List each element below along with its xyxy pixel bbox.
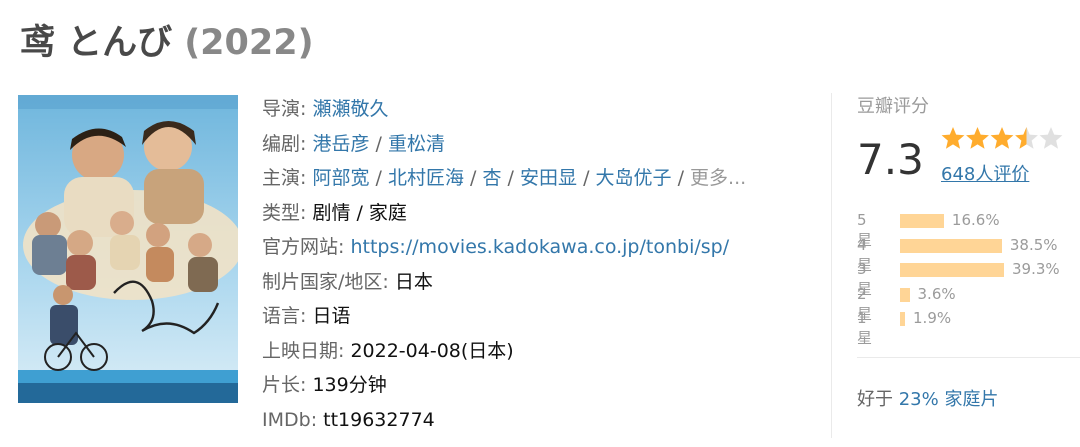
release-label: 上映日期: [262, 339, 345, 362]
cast-link[interactable]: 杏 [482, 167, 501, 189]
rating-bar-label: 1星 [857, 309, 873, 347]
star-icon [1015, 127, 1038, 149]
language-label: 语言: [262, 305, 307, 327]
separator: / [677, 167, 684, 189]
star-icon [990, 127, 1014, 149]
separator: / [375, 132, 382, 155]
separator: / [470, 167, 477, 189]
cast-row: 主演: 阿部宽 / 北村匠海 / 杏 / 安田显 / 大岛优子 / 更多... [262, 161, 746, 196]
writer-row: 编剧: 港岳彦 / 重松清 [262, 127, 746, 162]
better-than: 好于 23% 家庭片 [857, 385, 998, 411]
genre-label: 类型: [262, 201, 307, 224]
website-row: 官方网站: https://movies.kadokawa.co.jp/tonb… [262, 230, 746, 265]
movie-title: 鸢 とんび [20, 23, 173, 63]
director-row: 导演: 瀬瀬敬久 [262, 92, 746, 127]
cast-label: 主演: [262, 167, 307, 189]
movie-year: (2022) [184, 23, 314, 63]
rating-bar-percent: 16.6% [951, 211, 1000, 229]
country-row: 制片国家/地区: 日本 [262, 265, 746, 300]
separator: / [583, 167, 590, 189]
imdb-label: IMDb: [262, 408, 318, 431]
runtime-row: 片长: 139分钟 [262, 368, 746, 403]
better-than-prefix: 好于 [857, 389, 893, 410]
star-icon [941, 127, 965, 149]
votes-link[interactable]: 648人评价 [941, 160, 1029, 186]
rating-bar [900, 238, 1002, 253]
rating-bar [900, 263, 1004, 277]
movie-poster[interactable] [18, 95, 238, 403]
rating-bar-percent: 3.6% [917, 284, 956, 303]
runtime-label: 片长: [262, 374, 307, 396]
poster-art [18, 95, 238, 403]
star-icons [941, 127, 1063, 149]
page-title: 鸢 とんび (2022) [20, 14, 314, 65]
release-value: 2022-04-08(日本) [350, 339, 514, 362]
rating-bar [900, 214, 944, 228]
writer-link[interactable]: 港岳彦 [312, 133, 369, 155]
rating-stars [941, 126, 1065, 156]
imdb-row: IMDb: tt19632774 [262, 403, 746, 438]
runtime-value: 139分钟 [312, 374, 387, 396]
writer-link[interactable]: 重松清 [388, 133, 445, 155]
separator: / [507, 167, 514, 189]
director-link[interactable]: 瀬瀬敬久 [312, 98, 388, 120]
rating-bar-percent: 39.3% [1012, 260, 1060, 278]
cast-link[interactable]: 阿部宽 [312, 167, 369, 189]
genre-row: 类型: 剧情 / 家庭 [262, 196, 746, 231]
rating-bar-percent: 1.9% [913, 309, 952, 327]
cast-link[interactable]: 大岛优子 [596, 167, 672, 189]
rating-bar [900, 287, 910, 302]
rating-heading: 豆瓣评分 [857, 96, 929, 117]
separator: / [375, 167, 382, 189]
language-row: 语言: 日语 [262, 299, 746, 334]
rating-bar [900, 312, 906, 326]
rating-bar-percent: 38.5% [1009, 235, 1058, 254]
cast-link[interactable]: 安田显 [520, 167, 577, 189]
director-label: 导演: [262, 98, 307, 120]
better-than-link[interactable]: 23% 家庭片 [899, 389, 999, 410]
genre-value: 剧情 / 家庭 [312, 201, 407, 224]
country-value: 日本 [394, 270, 433, 293]
website-link[interactable]: https://movies.kadokawa.co.jp/tonbi/sp/ [350, 236, 729, 258]
imdb-value: tt19632774 [323, 408, 435, 431]
writer-label: 编剧: [262, 132, 307, 155]
country-label: 制片国家/地区: [262, 270, 389, 293]
rating-divider [857, 357, 1080, 358]
language-value: 日语 [312, 305, 351, 327]
star-icon [1039, 127, 1063, 149]
movie-info: 导演: 瀬瀬敬久 编剧: 港岳彦 / 重松清 主演: 阿部宽 / 北村匠海 / … [262, 92, 746, 437]
cast-link[interactable]: 北村匠海 [388, 167, 464, 189]
column-divider [831, 93, 832, 438]
release-row: 上映日期: 2022-04-08(日本) [262, 334, 746, 369]
star-icon [966, 127, 989, 149]
rating-panel: 豆瓣评分 7.3 648人评价 5星 16.6% 4星 38.5% 3星 39.3% 2星 3… [857, 92, 1080, 410]
rating-score: 7.3 [857, 135, 924, 184]
website-label: 官方网站: [262, 236, 345, 258]
cast-more-link[interactable]: 更多... [690, 167, 746, 189]
